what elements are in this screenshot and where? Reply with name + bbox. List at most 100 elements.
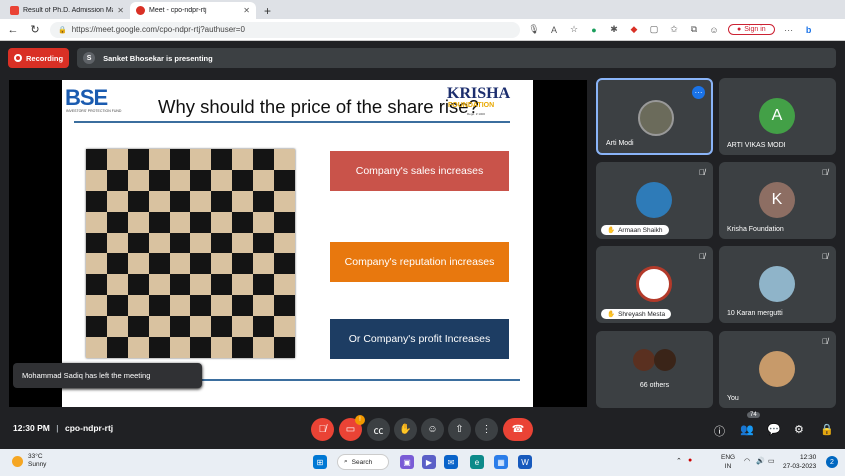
chessboard-square [106,190,128,212]
chessboard-square [106,295,128,317]
signin-button[interactable]: ● Sign in [728,24,775,35]
store-icon[interactable]: ▦ [494,455,508,469]
extension-icon-3[interactable]: ◆ [628,24,640,35]
chessboard-square [86,232,107,254]
participant-tile-others[interactable]: 66 others [596,331,713,408]
host-controls-icon[interactable]: 🔒 [820,423,834,436]
raise-hand-button[interactable]: ✋ [394,418,417,441]
chessboard-square [253,232,275,254]
close-tab-icon[interactable]: ✕ [117,6,124,15]
split-screen-icon[interactable]: ▢ [648,24,660,35]
favorite-icon[interactable]: ☆ [568,24,580,35]
participant-name: Krisha Foundation [727,226,784,233]
new-tab-button[interactable]: + [256,2,279,19]
wifi-icon[interactable]: ◠ [744,457,750,465]
mic-permission-icon[interactable]: 🎙 [528,24,540,35]
end-call-button[interactable]: ☎ [503,418,533,441]
presenter-avatar: S [83,52,96,64]
chessboard-square [211,337,233,358]
hand-icon: ✋ [607,227,616,234]
chessboard-square [253,295,275,317]
participant-photo [759,266,795,302]
chessboard-square [148,253,170,275]
activities-icon[interactable]: ⚙ [794,423,804,436]
meeting-details-icon[interactable]: ⓘ [714,423,725,439]
file-explorer-icon[interactable]: ▣ [400,455,414,469]
chessboard-square [253,190,275,212]
recording-badge[interactable]: Recording [8,48,70,68]
lock-icon: 🔒 [58,26,67,34]
read-aloud-icon[interactable]: A [548,25,560,35]
people-icon[interactable]: 👥 74 [740,412,760,436]
meet-header: Recording S Sanket Bhosekar is presentin… [8,48,836,68]
present-button[interactable]: ⇧ [448,418,471,441]
more-options-button[interactable]: ⋮ [475,418,498,441]
tab-label: Meet - cpo-ndpr-rtj [149,7,207,14]
temperature: 33°C [28,453,43,460]
menu-dots-icon[interactable]: ··· [783,25,795,35]
system-clock[interactable]: 12:30 27-03-2023 [783,453,816,471]
browser-tab-2[interactable]: Meet - cpo-ndpr-rtj ✕ [130,2,256,19]
chessboard-square [232,253,254,275]
slide-box-reputation: Company's reputation increases [330,242,509,282]
refresh-icon[interactable]: ↻ [28,23,42,36]
favorites-bar-icon[interactable]: ✩ [668,24,680,35]
chessboard-square [211,295,233,317]
chessboard-square [106,232,128,254]
chessboard-square [211,211,233,233]
chessboard-square [211,190,233,212]
extension-icon-2[interactable]: ✱ [608,24,620,35]
extension-icon[interactable]: ● [588,25,600,35]
participant-tile-4[interactable]: K 🎙̸ Krisha Foundation [719,162,836,239]
tray-arrow-icon[interactable]: ⌃ [676,457,682,465]
chessboard-square [232,274,254,296]
mail-icon[interactable]: ✉ [444,455,458,469]
chessboard-square [86,253,107,275]
collections-icon[interactable]: ⧉ [688,24,700,35]
chessboard-square [190,211,212,233]
warning-badge: ! [355,415,365,425]
close-tab-icon[interactable]: ✕ [243,6,250,15]
participant-tile-1[interactable]: ··· Arti Modi [596,78,713,155]
bse-logo-subtitle: INVESTORS' PROTECTION FUND [66,109,122,113]
mic-toggle-button[interactable]: 🎙̸ [311,418,334,441]
gmail-icon [10,6,19,15]
participant-tile-2[interactable]: A ARTI VIKAS MODI [719,78,836,155]
back-icon[interactable]: ← [6,24,20,36]
weather-widget[interactable]: 33°C Sunny [12,453,46,469]
recording-icon [14,54,22,62]
participant-tile-6[interactable]: 🎙̸ 10 Karan mergutti [719,246,836,323]
edge-icon[interactable]: e [470,455,484,469]
profile-icon[interactable]: ☺ [708,25,720,35]
mic-off-icon: 🎙̸ [699,252,705,261]
battery-icon[interactable]: ▭ [768,457,775,465]
chessboard-square [190,316,212,338]
network-warning-icon[interactable]: ● [688,457,692,464]
chessboard-square [232,232,254,254]
browser-tab-1[interactable]: Result of Ph.D. Admission March ✕ [4,2,130,19]
chessboard-square [232,190,254,212]
more-options-icon[interactable]: ··· [692,86,705,99]
krisha-logo-subtitle: FOUNDATION [448,102,495,109]
teams-icon[interactable]: ▶ [422,455,436,469]
word-icon[interactable]: W [518,455,532,469]
chat-icon[interactable]: 💬 [767,423,781,436]
emoji-button[interactable]: ☺ [421,418,444,441]
participant-photo [759,351,795,387]
windows-start-icon[interactable]: ⊞ [313,455,327,469]
participant-tile-self[interactable]: 🎙̸ You [719,331,836,408]
language-indicator[interactable]: ENG IN [721,453,735,471]
chessboard-square [169,274,191,296]
camera-toggle-button[interactable]: ▭ ! [339,415,365,441]
bse-logo: BSE [65,85,108,110]
participant-tile-5[interactable]: 🎙̸ ✋ Shreyash Mesta [596,246,713,323]
address-bar[interactable]: 🔒 https://meet.google.com/cpo-ndpr-rtj?a… [50,21,520,38]
volume-icon[interactable]: 🔊 [756,457,765,465]
taskbar-search[interactable]: ⌕ Search [337,454,389,470]
chessboard-square [232,211,254,233]
chessboard-square [127,253,149,275]
bing-icon[interactable]: b [803,25,815,35]
notification-badge[interactable]: 2 [826,456,838,468]
participant-tile-3[interactable]: 🎙̸ ✋ Armaan Shaikh [596,162,713,239]
captions-button[interactable]: ㏄ [367,418,390,441]
